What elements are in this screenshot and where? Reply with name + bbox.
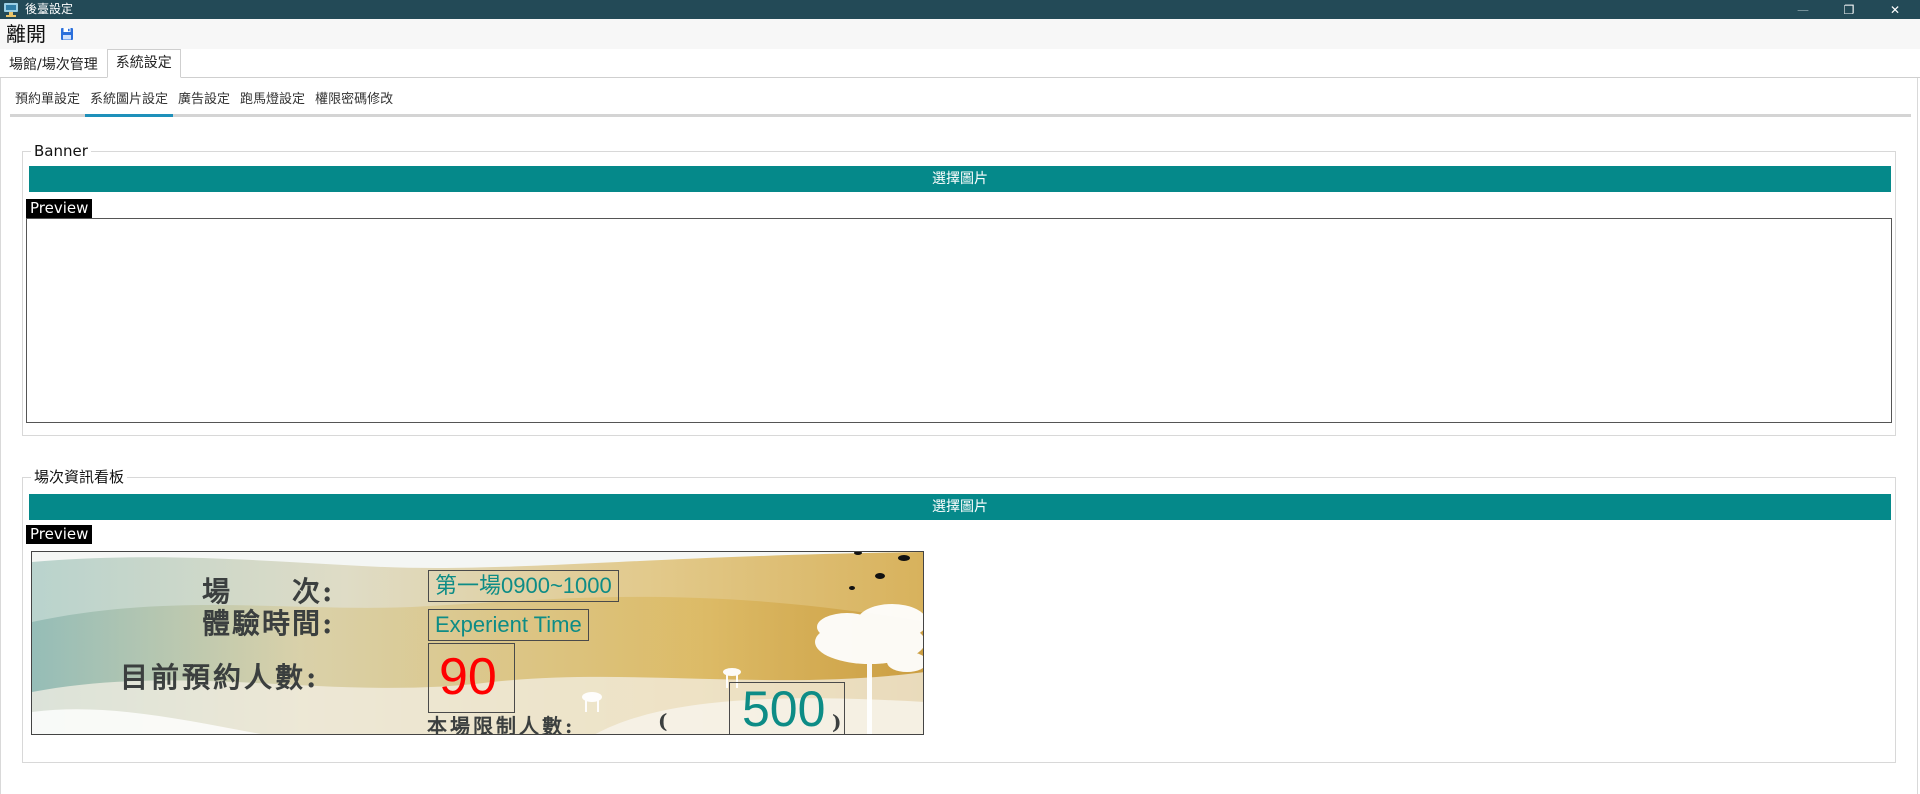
app-icon	[4, 3, 18, 17]
tab-booking-form-settings[interactable]: 預約單設定	[10, 86, 85, 114]
session-limit-label: 本場限制人數:	[427, 714, 576, 735]
tab-venue-session-management[interactable]: 場館/場次管理	[0, 51, 107, 77]
title-bar: 後臺設定	[0, 0, 1920, 19]
close-button[interactable]: ✕	[1872, 0, 1918, 19]
menu-bar: 離開	[0, 19, 1920, 49]
maximize-button[interactable]: ❐	[1826, 0, 1872, 19]
banner-preview-label: Preview	[26, 199, 93, 218]
minimize-button[interactable]: —	[1780, 0, 1826, 19]
session-value: 第一場0900~1000	[428, 570, 619, 602]
banner-group-legend: Banner	[31, 143, 91, 160]
tab-system-image-settings[interactable]: 系統圖片設定	[85, 86, 174, 117]
current-booking-count-label: 目前預約人數:	[120, 661, 320, 694]
experience-time-label: 體驗時間:	[202, 607, 335, 640]
session-board-group-legend: 場次資訊看板	[31, 469, 128, 486]
tab-permission-password[interactable]: 權限密碼修改	[310, 86, 398, 114]
banner-preview-area	[26, 218, 1892, 423]
session-limit-value: 500	[729, 682, 845, 734]
experience-time-value: Experient Time	[428, 609, 589, 641]
banner-select-image-button[interactable]: 選擇圖片	[29, 166, 1891, 192]
current-booking-count-value: 90	[428, 643, 515, 713]
tab-system-settings[interactable]: 系統設定	[106, 49, 181, 78]
main-tab-strip: 場館/場次管理 系統設定	[0, 49, 1920, 78]
limit-open-paren: (	[658, 709, 668, 733]
tab-ad-settings[interactable]: 廣告設定	[173, 86, 235, 114]
banner-group: Banner 選擇圖片 Preview	[22, 143, 1896, 436]
window-title: 後臺設定	[25, 2, 74, 16]
exit-button[interactable]: 離開	[6, 19, 46, 49]
save-icon[interactable]	[60, 27, 74, 41]
tab-marquee-settings[interactable]: 跑馬燈設定	[235, 86, 310, 114]
session-board-group: 場次資訊看板 選擇圖片 Preview 場 次: 體驗時間: 目前預約人數: 本…	[22, 469, 1896, 763]
system-settings-panel: 預約單設定 系統圖片設定 廣告設定 跑馬燈設定 權限密碼修改 Banner 選擇…	[0, 78, 1918, 794]
settings-sub-tab-strip: 預約單設定 系統圖片設定 廣告設定 跑馬燈設定 權限密碼修改	[10, 86, 1911, 117]
board-preview-label: Preview	[26, 525, 93, 544]
session-board-preview: 場 次: 體驗時間: 目前預約人數: 本場限制人數: ( ) 第一場0900~1…	[31, 551, 924, 735]
board-select-image-button[interactable]: 選擇圖片	[29, 494, 1891, 520]
